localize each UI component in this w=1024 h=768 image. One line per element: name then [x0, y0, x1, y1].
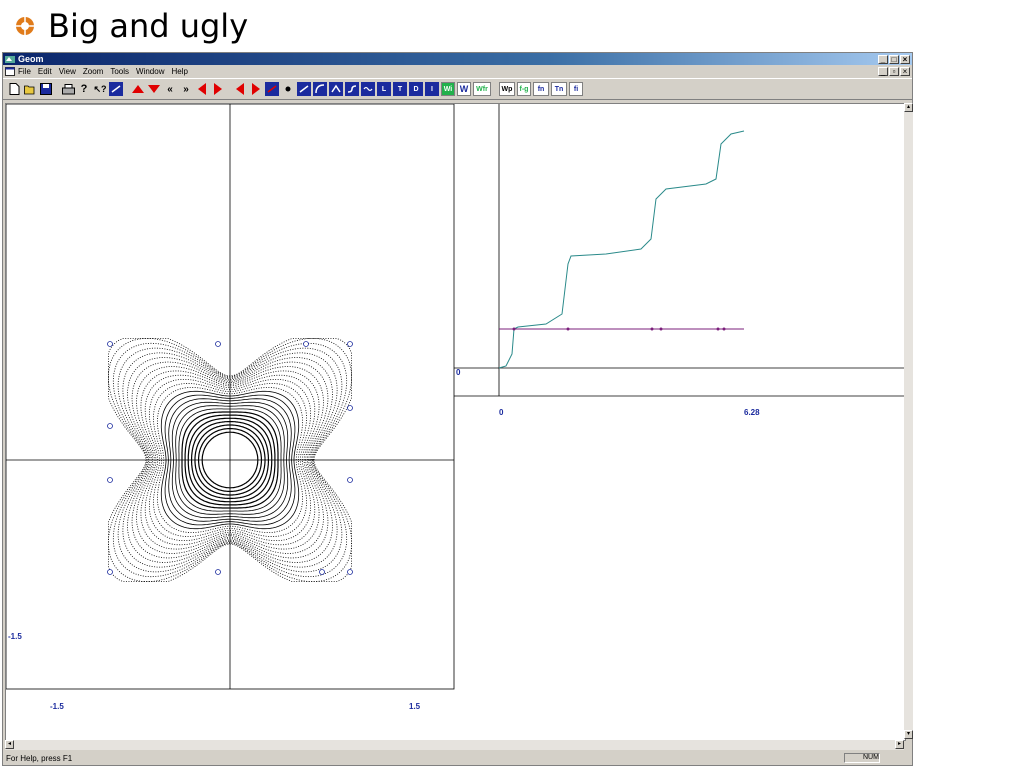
menu-help[interactable]: Help — [171, 67, 187, 76]
down-arrow-icon[interactable] — [147, 82, 161, 96]
doc-close-button[interactable]: × — [900, 67, 910, 76]
vertex-marker[interactable] — [303, 341, 309, 347]
minimize-button[interactable]: _ — [878, 54, 888, 64]
line-tool-icon[interactable] — [297, 82, 311, 96]
document-controls: _ ▫ × — [878, 67, 910, 76]
scroll-right-icon[interactable]: ▸ — [895, 740, 904, 749]
vertical-scrollbar[interactable]: ▴ ▾ — [904, 103, 913, 739]
plot-area[interactable]: -1.5 -1.5 1.5 0 0 6.28 — [5, 103, 906, 741]
bullet-icon — [16, 17, 34, 35]
tool-Wi-button[interactable]: Wi — [441, 82, 455, 96]
menu-view[interactable]: View — [59, 67, 76, 76]
context-help-icon[interactable]: ↖? — [93, 82, 107, 96]
tool-Wp-button[interactable]: Wp — [499, 82, 515, 96]
document-icon[interactable] — [5, 67, 15, 76]
status-text: For Help, press F1 — [6, 754, 73, 763]
menu-tools[interactable]: Tools — [110, 67, 129, 76]
left-y-min-label: -1.5 — [8, 632, 22, 641]
vertex-marker[interactable] — [347, 341, 353, 347]
about-icon[interactable]: ? — [77, 82, 91, 96]
vertex-marker[interactable] — [347, 569, 353, 575]
print-icon[interactable] — [61, 82, 75, 96]
left-plot: -1.5 -1.5 1.5 — [5, 103, 455, 711]
app-icon — [5, 55, 15, 63]
right-plot: 0 0 6.28 — [454, 104, 905, 417]
save-icon[interactable] — [39, 82, 53, 96]
vertex-marker[interactable] — [319, 569, 325, 575]
left-x-max-label: 1.5 — [409, 702, 421, 711]
maximize-button[interactable]: □ — [889, 54, 899, 64]
point-icon[interactable] — [281, 82, 295, 96]
graph-icon[interactable] — [109, 82, 123, 96]
toolbar: ? ↖? « » L T D I Wi W Wfr Wp f-g fn Tn f… — [3, 78, 912, 100]
tool-D-button[interactable]: D — [409, 82, 423, 96]
window-title: Geom — [18, 54, 44, 64]
scroll-left-icon[interactable]: ◂ — [5, 740, 14, 749]
purple-marker — [650, 327, 654, 331]
left-x-min-label: -1.5 — [50, 702, 64, 711]
doc-minimize-button[interactable]: _ — [878, 67, 888, 76]
arc-tool-icon[interactable] — [313, 82, 327, 96]
vertex-marker[interactable] — [107, 341, 113, 347]
scroll-up-icon[interactable]: ▴ — [904, 103, 913, 112]
vertex-marker[interactable] — [107, 477, 113, 483]
horizontal-scrollbar[interactable]: ◂ ▸ — [5, 740, 904, 750]
num-lock-indicator: NUM — [844, 753, 880, 763]
right-arrow-icon[interactable] — [211, 82, 225, 96]
tool-fn-button[interactable]: fn — [533, 82, 549, 96]
geom-window: Geom _ □ × File Edit View Zoom Tools Win… — [2, 52, 913, 766]
tool-I-button[interactable]: I — [425, 82, 439, 96]
window-titlebar: Geom _ □ × — [3, 53, 912, 65]
vertex-marker[interactable] — [107, 569, 113, 575]
up-arrow-icon[interactable] — [131, 82, 145, 96]
ramp-tool-icon[interactable] — [345, 82, 359, 96]
fast-forward-icon[interactable]: » — [179, 82, 193, 96]
window-controls: _ □ × — [878, 54, 910, 64]
doc-restore-button[interactable]: ▫ — [889, 67, 899, 76]
tool-T-button[interactable]: T — [393, 82, 407, 96]
status-bar: For Help, press F1 NUM — [3, 752, 912, 765]
purple-marker — [512, 327, 516, 331]
menu-zoom[interactable]: Zoom — [83, 67, 103, 76]
peak-tool-icon[interactable] — [329, 82, 343, 96]
left-arrow-icon[interactable] — [195, 82, 209, 96]
scroll-down-icon[interactable]: ▾ — [904, 730, 913, 739]
tool-Tn-button[interactable]: Tn — [551, 82, 567, 96]
vertex-marker[interactable] — [107, 423, 113, 429]
menu-file[interactable]: File — [18, 67, 31, 76]
vertex-marker[interactable] — [215, 341, 221, 347]
vertex-marker[interactable] — [347, 477, 353, 483]
teal-curve — [498, 130, 745, 369]
purple-marker — [566, 327, 570, 331]
tool-fi-button[interactable]: fi — [569, 82, 583, 96]
menu-edit[interactable]: Edit — [38, 67, 52, 76]
rewind-icon[interactable]: « — [163, 82, 177, 96]
purple-marker — [722, 327, 726, 331]
menu-bar: File Edit View Zoom Tools Window Help _ … — [3, 65, 912, 78]
tool-L-button[interactable]: L — [377, 82, 391, 96]
slide-title-row: Big and ugly — [14, 6, 248, 46]
open-folder-icon[interactable] — [23, 82, 37, 96]
curve-edit-icon[interactable] — [265, 82, 279, 96]
tool-Wfr-button[interactable]: Wfr — [473, 82, 491, 96]
wave-tool-icon[interactable] — [361, 82, 375, 96]
step-right-icon[interactable] — [249, 82, 263, 96]
right-y-zero-label: 0 — [456, 368, 461, 377]
vertex-marker[interactable] — [347, 405, 353, 411]
purple-marker — [716, 327, 720, 331]
slide-title: Big and ugly — [48, 7, 249, 45]
plot-canvas: -1.5 -1.5 1.5 0 0 6.28 — [5, 103, 905, 711]
tool-fg-button[interactable]: f-g — [517, 82, 531, 96]
new-file-icon[interactable] — [7, 82, 21, 96]
right-x-zero-label: 0 — [499, 408, 504, 417]
menu-window[interactable]: Window — [136, 67, 164, 76]
purple-marker — [659, 327, 663, 331]
tool-W-button[interactable]: W — [457, 82, 471, 96]
step-left-icon[interactable] — [233, 82, 247, 96]
close-button[interactable]: × — [900, 54, 910, 64]
right-x-max-label: 6.28 — [744, 408, 760, 417]
vertex-marker[interactable] — [215, 569, 221, 575]
